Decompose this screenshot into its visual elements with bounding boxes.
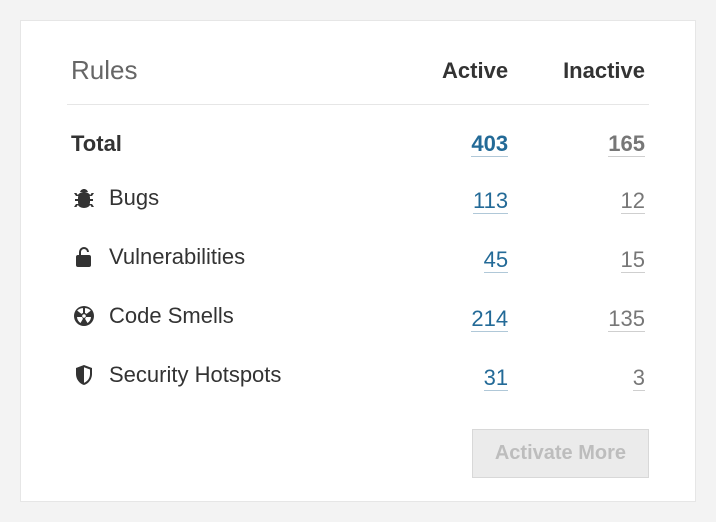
row-security-hotspots: Security Hotspots 31 3 <box>67 348 649 407</box>
row-security-hotspots-inactive-link[interactable]: 3 <box>633 365 645 391</box>
rules-summary-card: Rules Active Inactive Total 403 165 Bugs <box>20 20 696 502</box>
row-total: Total 403 165 <box>67 105 649 172</box>
row-bugs-active-link[interactable]: 113 <box>473 188 508 214</box>
row-vulnerabilities: Vulnerabilities 45 15 <box>67 230 649 289</box>
row-code-smells-inactive-link[interactable]: 135 <box>608 306 645 332</box>
activate-more-button[interactable]: Activate More <box>472 429 649 478</box>
card-footer: Activate More <box>67 429 649 478</box>
rules-title: Rules <box>67 49 399 105</box>
row-total-inactive-link[interactable]: 165 <box>608 131 645 157</box>
radiation-icon <box>71 303 97 329</box>
row-total-label: Total <box>67 105 399 172</box>
row-code-smells: Code Smells 214 135 <box>67 289 649 348</box>
row-bugs: Bugs 113 12 <box>67 171 649 230</box>
row-vulnerabilities-inactive-link[interactable]: 15 <box>621 247 645 273</box>
shield-icon <box>71 362 97 388</box>
column-header-active: Active <box>399 49 512 105</box>
row-code-smells-label: Code Smells <box>109 303 234 329</box>
rules-table: Rules Active Inactive Total 403 165 Bugs <box>67 49 649 407</box>
row-security-hotspots-active-link[interactable]: 31 <box>484 365 508 391</box>
column-header-inactive: Inactive <box>512 49 649 105</box>
row-total-active-link[interactable]: 403 <box>471 131 508 157</box>
row-vulnerabilities-active-link[interactable]: 45 <box>484 247 508 273</box>
bug-icon <box>71 185 97 211</box>
row-code-smells-active-link[interactable]: 214 <box>471 306 508 332</box>
table-header-row: Rules Active Inactive <box>67 49 649 105</box>
row-bugs-inactive-link[interactable]: 12 <box>621 188 645 214</box>
row-bugs-label: Bugs <box>109 185 159 211</box>
row-security-hotspots-label: Security Hotspots <box>109 362 281 388</box>
row-vulnerabilities-label: Vulnerabilities <box>109 244 245 270</box>
unlock-icon <box>71 244 97 270</box>
